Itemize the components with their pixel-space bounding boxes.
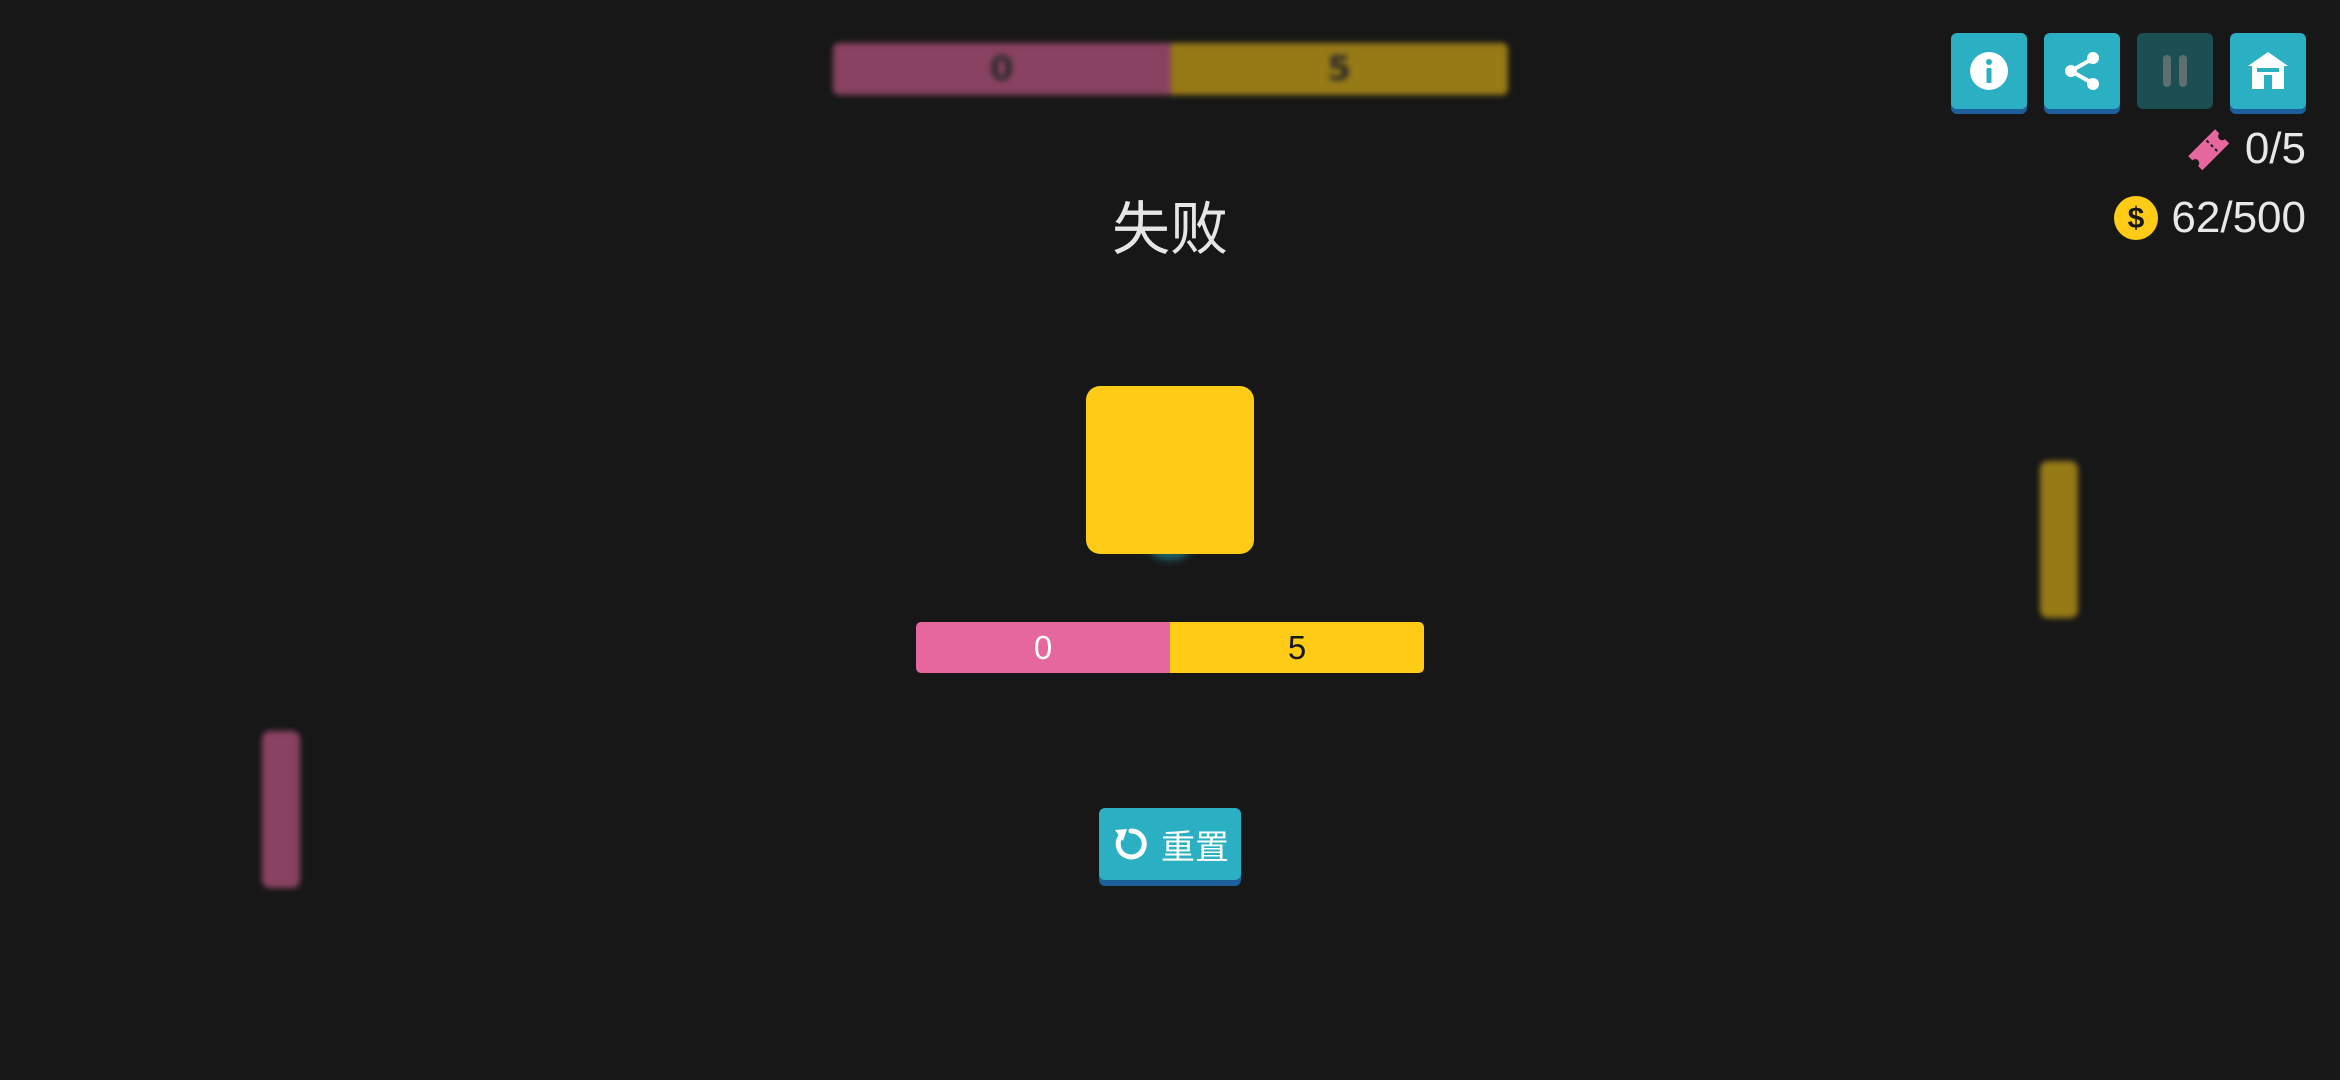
game-stage: 0 5 0/5 $ 62/500 失败 0 5 重置 <box>0 0 2340 1080</box>
ticket-icon <box>2188 129 2230 171</box>
yellow-paddle <box>2040 461 2078 618</box>
background-score-pink: 0 <box>833 43 1171 95</box>
home-icon <box>2248 52 2288 89</box>
winner-color-block <box>1086 386 1254 554</box>
yellow-score: 5 <box>1170 622 1424 673</box>
background-score-yellow: 5 <box>1170 43 1508 95</box>
reset-label: 重置 <box>1161 827 1229 868</box>
pause-button[interactable] <box>2137 33 2213 109</box>
share-button[interactable] <box>2044 33 2120 109</box>
ticket-counter: 0/5 <box>2183 124 2306 174</box>
top-toolbar <box>1951 33 2306 109</box>
info-button[interactable] <box>1951 33 2027 109</box>
pause-icon <box>2163 55 2187 87</box>
pink-paddle <box>262 731 300 888</box>
pink-score: 0 <box>916 622 1170 673</box>
info-icon <box>1970 52 2008 90</box>
share-icon <box>2065 52 2099 90</box>
ticket-count: 0/5 <box>2244 124 2306 173</box>
result-title: 失败 <box>1111 195 1228 263</box>
score-bar: 0 5 <box>916 622 1424 673</box>
background-score-bar: 0 5 <box>833 43 1508 95</box>
reset-icon <box>1115 828 1147 860</box>
reset-button[interactable]: 重置 <box>1099 808 1241 880</box>
home-button[interactable] <box>2230 33 2306 109</box>
